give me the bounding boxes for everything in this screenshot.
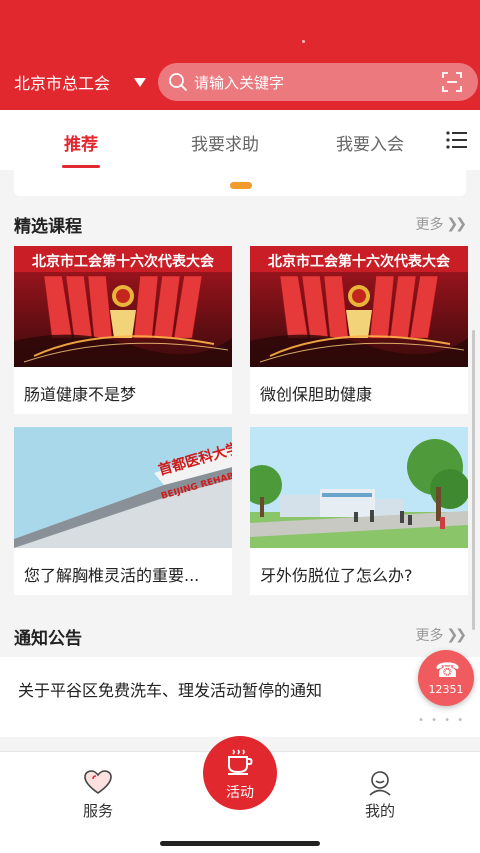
course-thumbnail: 首都医科大学 BEIJING REHAB	[14, 427, 232, 548]
meeting-banner-text: 北京市工会第十六次代表大会	[268, 253, 451, 270]
tab-bar: 推荐 我要求助 我要入会	[0, 110, 480, 170]
double-chevron-icon: ❯❯	[446, 627, 468, 643]
bottom-nav: 服务 活动 我的	[0, 736, 480, 853]
course-card[interactable]: 北京市工会第十六次代表大会 肠道健康不是梦	[14, 246, 232, 414]
status-dot	[302, 40, 305, 43]
heart-icon	[84, 770, 112, 794]
tab-recommend[interactable]: 推荐	[64, 130, 98, 155]
double-chevron-icon: ❯❯	[446, 216, 468, 232]
course-title: 牙外伤脱位了怎么办?	[260, 566, 413, 585]
dropdown-caret-icon	[134, 77, 147, 87]
home-indicator	[160, 841, 320, 846]
phone-icon: ☎	[435, 658, 460, 682]
course-thumbnail: 北京市工会第十六次代表大会	[14, 246, 232, 367]
course-card[interactable]: 牙外伤脱位了怎么办?	[250, 427, 468, 595]
course-card[interactable]: 北京市工会第十六次代表大会 微创保胆助健康	[250, 246, 468, 414]
search-placeholder: 请输入关键字	[194, 73, 285, 92]
hotline-button[interactable]: ☎ 12351	[418, 650, 474, 706]
more-label: 更多	[415, 628, 444, 644]
course-title: 微创保胆助健康	[260, 385, 373, 404]
course-thumbnail	[250, 427, 468, 548]
course-title: 肠道健康不是梦	[24, 385, 137, 404]
course-thumbnail: 北京市工会第十六次代表大会	[250, 246, 468, 367]
section-title-notices: 通知公告	[14, 629, 82, 649]
notice-text: 关于平谷区免费洗车、理发活动暂停的通知	[18, 681, 323, 700]
more-label: 更多	[415, 217, 444, 233]
course-card[interactable]: 首都医科大学 BEIJING REHAB 您了解胸椎灵活的重要...	[14, 427, 232, 595]
active-tab-indicator	[62, 165, 100, 168]
search-bar[interactable]: 请输入关键字	[158, 63, 478, 101]
nav-activity[interactable]: 活动	[203, 736, 277, 810]
tab-join-union[interactable]: 我要入会	[336, 130, 404, 155]
scan-icon[interactable]	[442, 72, 462, 92]
pager-dots: • • • •	[418, 715, 466, 726]
app-screen: 北京市总工会 请输入关键字 推荐 我要求助 我要入会 精选课程 更多 ❯❯ 北京…	[0, 0, 480, 853]
city-selector[interactable]: 北京市总工会	[14, 70, 147, 94]
course-title: 您了解胸椎灵活的重要...	[24, 566, 200, 585]
user-icon	[369, 771, 391, 796]
city-label: 北京市总工会	[14, 74, 111, 93]
search-icon	[169, 73, 187, 91]
scrollbar[interactable]	[472, 330, 475, 630]
section-title-courses: 精选课程	[14, 217, 82, 237]
coffee-cup-icon	[228, 749, 253, 775]
nav-activity-label: 活动	[226, 785, 254, 801]
nav-mine-label: 我的	[364, 802, 395, 820]
nav-service[interactable]: 服务	[58, 770, 138, 821]
top-header: 北京市总工会 请输入关键字	[0, 0, 480, 110]
menu-icon[interactable]	[446, 131, 468, 149]
tab-seek-help[interactable]: 我要求助	[191, 130, 259, 155]
nav-service-label: 服务	[82, 802, 113, 820]
carousel-indicator	[230, 182, 252, 189]
notice-item[interactable]: 关于平谷区免费洗车、理发活动暂停的通知 • • • •	[0, 657, 480, 737]
notices-more-link[interactable]: 更多 ❯❯	[415, 625, 468, 645]
hotline-number: 12351	[428, 683, 464, 696]
nav-mine[interactable]: 我的	[340, 770, 420, 821]
meeting-banner-text: 北京市工会第十六次代表大会	[32, 253, 215, 270]
courses-more-link[interactable]: 更多 ❯❯	[415, 214, 468, 234]
